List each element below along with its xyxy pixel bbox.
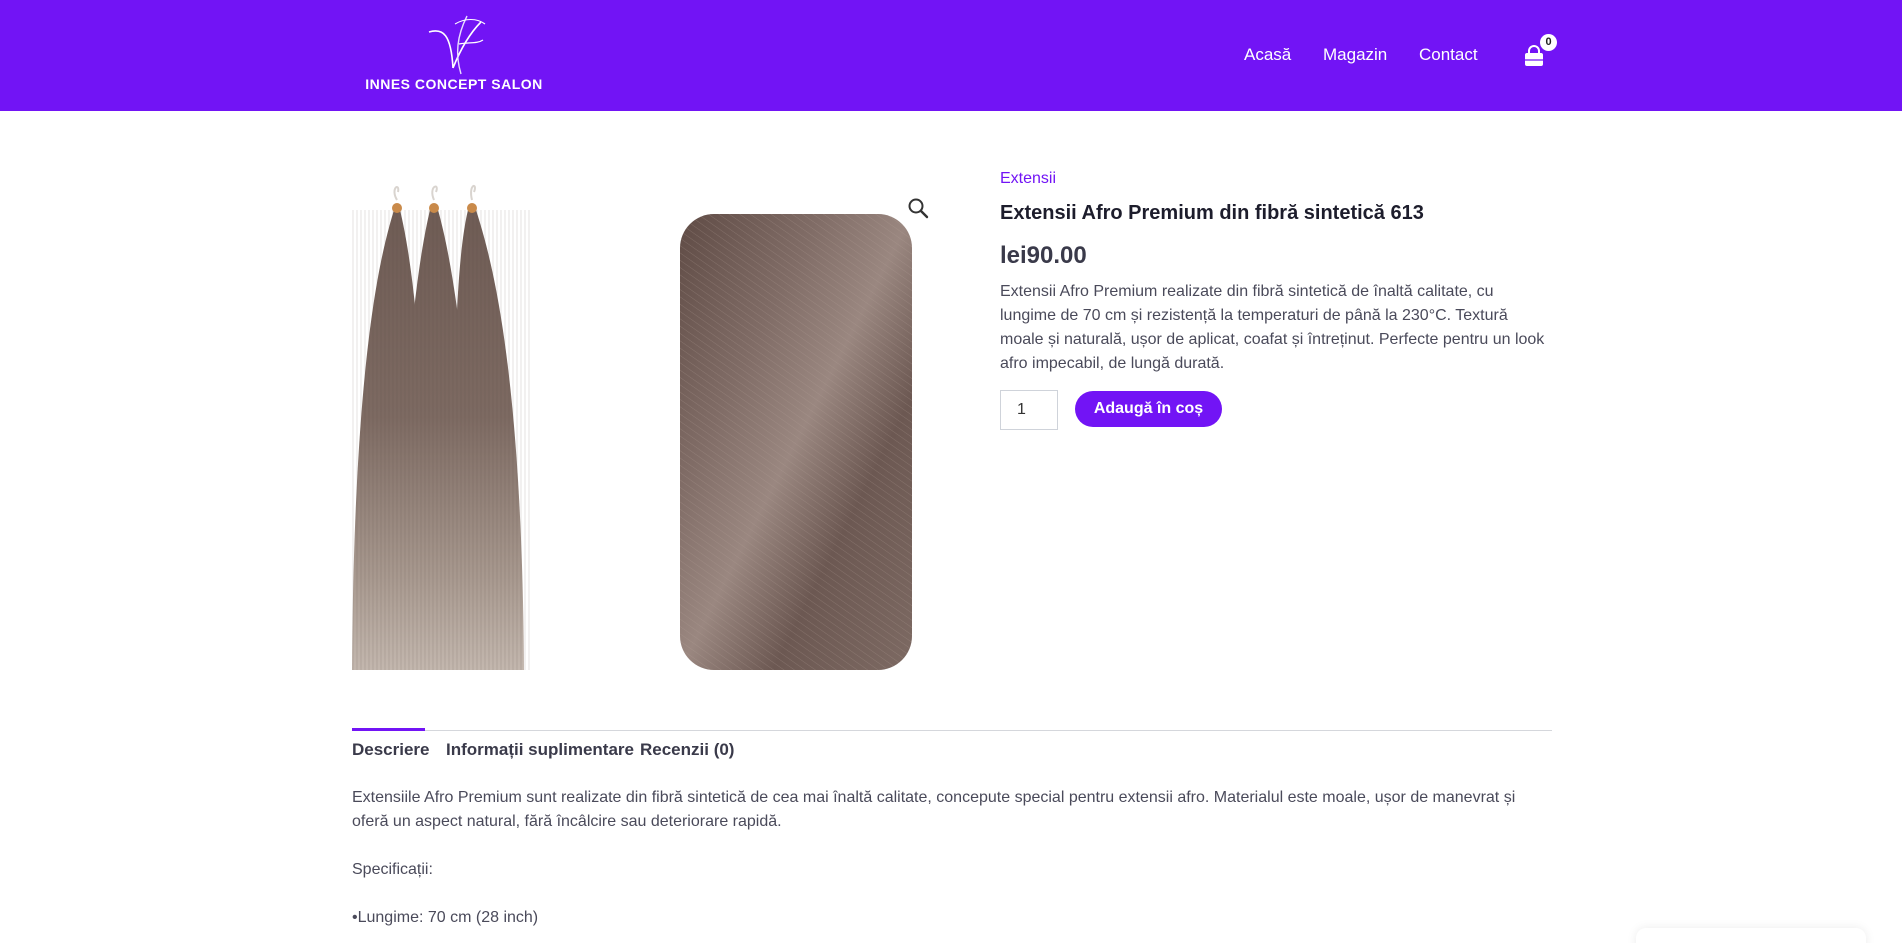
quantity-input[interactable]: [1000, 390, 1058, 430]
cart-button[interactable]: 0: [1520, 34, 1557, 72]
tab-informatii-suplimentare[interactable]: Informații suplimentare: [446, 740, 634, 760]
tab-recenzii[interactable]: Recenzii (0): [640, 740, 734, 760]
nav-item-magazin[interactable]: Magazin: [1323, 45, 1387, 65]
nav-item-contact[interactable]: Contact: [1419, 45, 1478, 65]
nav-item-acasa[interactable]: Acasă: [1244, 45, 1291, 65]
magnifier-icon: [908, 198, 929, 219]
specs-heading: Specificații:: [352, 861, 433, 878]
tabs-divider: [352, 730, 1552, 731]
product-description: Extensiile Afro Premium sunt realizate d…: [352, 786, 1552, 943]
logo-text: INNES CONCEPT SALON: [365, 76, 543, 92]
product-title: Extensii Afro Premium din fibră sintetic…: [1000, 202, 1424, 224]
product-price: lei90.00: [1000, 242, 1087, 269]
tab-descriere[interactable]: Descriere: [352, 740, 430, 760]
site-logo[interactable]: INNES CONCEPT SALON: [363, 14, 545, 94]
spec-item: •Lungime: 70 cm (28 inch): [352, 909, 539, 926]
product-image: [352, 184, 912, 670]
product-gallery[interactable]: [352, 170, 942, 670]
description-paragraph: Extensiile Afro Premium sunt realizate d…: [352, 789, 1516, 830]
cart-count-badge: 0: [1540, 34, 1557, 51]
product-category-link[interactable]: Extensii: [1000, 170, 1056, 188]
site-header: INNES CONCEPT SALON Acasă Magazin Contac…: [0, 0, 1902, 111]
product-short-description: Extensii Afro Premium realizate din fibr…: [1000, 283, 1545, 372]
logo-monogram-icon: [428, 15, 486, 75]
floating-widget[interactable]: [1636, 928, 1866, 943]
add-to-cart-button[interactable]: Adaugă în coș: [1075, 391, 1222, 427]
tab-active-indicator: [352, 728, 425, 731]
zoom-button[interactable]: [900, 190, 936, 226]
